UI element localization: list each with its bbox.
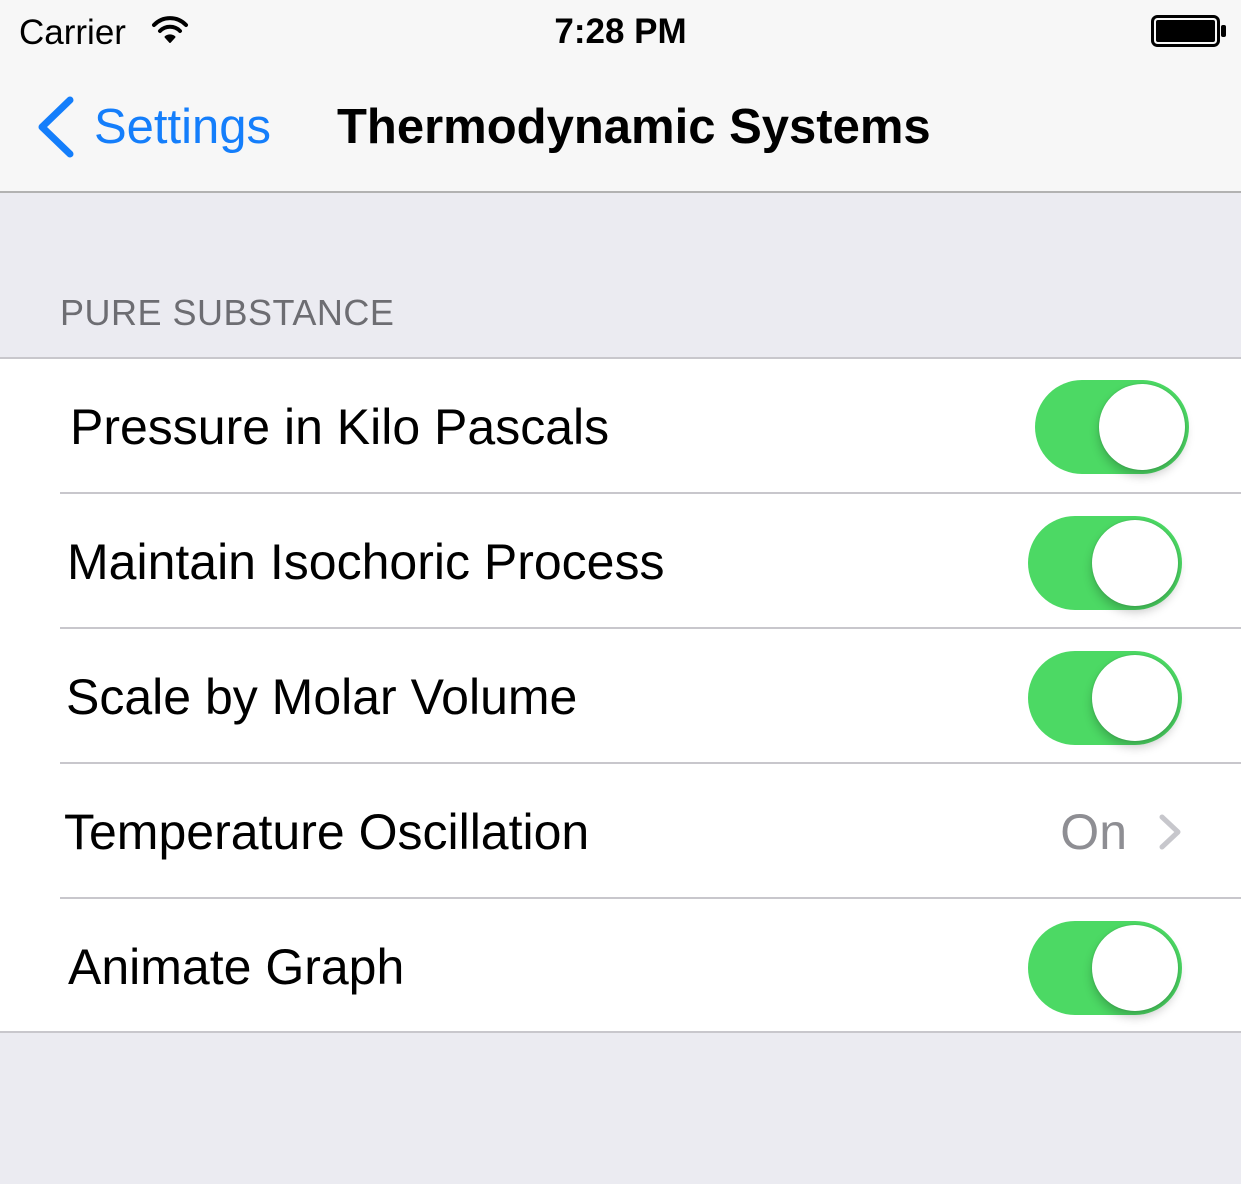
row-temperature-oscillation[interactable]: Temperature Oscillation On xyxy=(0,764,1241,899)
chevron-left-icon xyxy=(38,96,74,158)
section-header: PURE SUBSTANCE xyxy=(60,292,395,333)
toggle-knob xyxy=(1092,655,1178,741)
row-label: Animate Graph xyxy=(68,938,405,995)
toggle-knob xyxy=(1099,384,1185,470)
molar-volume-toggle[interactable] xyxy=(1028,651,1182,745)
back-label: Settings xyxy=(94,100,272,154)
animate-graph-toggle[interactable] xyxy=(1028,921,1182,1015)
battery-icon xyxy=(1151,15,1226,47)
page-title: Thermodynamic Systems xyxy=(337,100,931,154)
toggle-knob xyxy=(1092,520,1178,606)
navigation-bar: Carrier 7:28 PM Settings Thermodynamic S… xyxy=(0,0,1241,193)
row-label: Scale by Molar Volume xyxy=(66,668,578,725)
chevron-right-icon xyxy=(1159,814,1181,850)
row-maintain-isochoric-process[interactable]: Maintain Isochoric Process xyxy=(0,494,1241,629)
pressure-toggle[interactable] xyxy=(1035,380,1189,474)
isochoric-toggle[interactable] xyxy=(1028,516,1182,610)
row-label: Maintain Isochoric Process xyxy=(67,533,665,590)
toggle-knob xyxy=(1092,925,1178,1011)
row-label: Temperature Oscillation xyxy=(64,803,590,860)
row-pressure-in-kilo-pascals[interactable]: Pressure in Kilo Pascals xyxy=(0,359,1241,494)
row-scale-by-molar-volume[interactable]: Scale by Molar Volume xyxy=(0,629,1241,764)
row-label: Pressure in Kilo Pascals xyxy=(70,398,610,455)
status-time: 7:28 PM xyxy=(554,12,687,51)
row-animate-graph[interactable]: Animate Graph xyxy=(0,899,1241,1034)
detail-value: On xyxy=(1060,803,1127,860)
settings-table: Pressure in Kilo Pascals Maintain Isocho… xyxy=(0,357,1241,1033)
back-button[interactable]: Settings xyxy=(34,92,294,162)
